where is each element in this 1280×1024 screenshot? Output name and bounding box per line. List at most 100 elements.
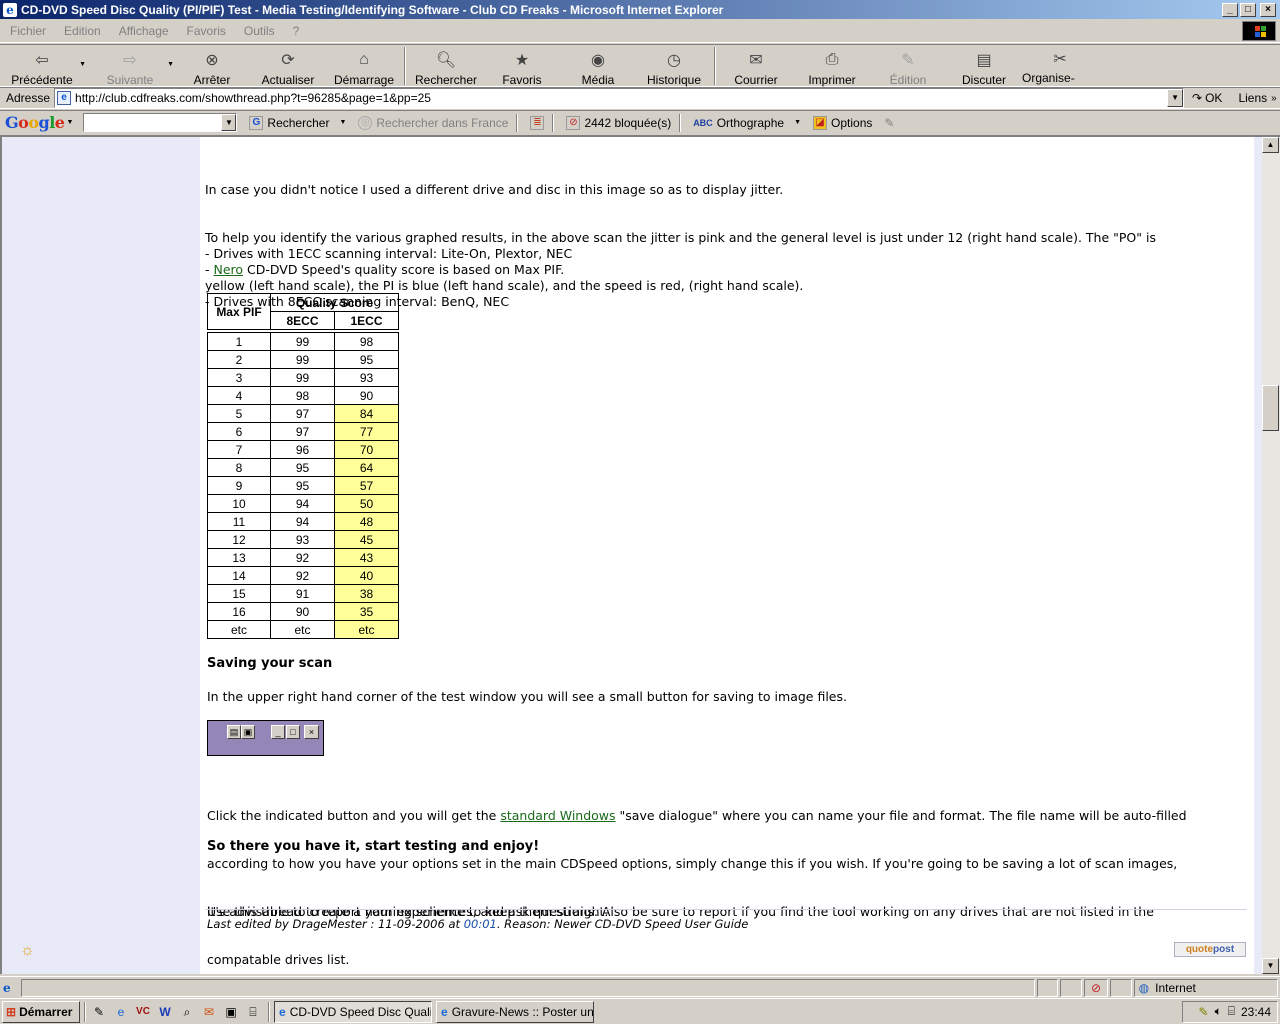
google-menu-icon[interactable]: ▼ — [66, 119, 73, 126]
highlight-button[interactable]: ✎ — [884, 116, 894, 130]
table-row: 9 95 57 — [207, 476, 399, 495]
links-button[interactable]: Liens — [1238, 91, 1267, 105]
standard-windows-link[interactable]: standard Windows — [500, 808, 615, 823]
mail-icon: ✉ — [749, 52, 763, 69]
refresh-icon: ⟳ — [281, 52, 295, 69]
refresh-button[interactable]: ⟳ Actualiser — [250, 45, 326, 87]
table-row: 13 92 43 — [207, 548, 399, 567]
table-header-1ecc: 1ECC — [334, 311, 399, 330]
menu-view[interactable]: Affichage — [109, 24, 177, 38]
google-logo[interactable]: Google — [5, 113, 65, 132]
go-button[interactable]: ↷ OK — [1192, 91, 1222, 105]
score-8ecc-cell: 94 — [270, 494, 335, 513]
quicklaunch-monitor-icon[interactable]: ▣ — [222, 1003, 240, 1021]
discuss-button[interactable]: ▤ Discuter — [946, 45, 1022, 87]
spellcheck-button[interactable]: ABC Orthographe ▼ — [693, 116, 801, 130]
maxpif-cell: 16 — [207, 602, 271, 621]
privacy-icon[interactable]: ⊘ — [1084, 978, 1108, 997]
favorites-button[interactable]: ★ Favoris — [484, 45, 560, 87]
menu-help[interactable]: ? — [283, 24, 308, 38]
google-search-input[interactable]: ▼ — [83, 113, 238, 132]
quicklaunch-vc-icon[interactable]: VC — [134, 1003, 152, 1021]
vertical-scrollbar[interactable]: ▲ ▼ — [1262, 135, 1280, 974]
home-button[interactable]: ⌂ Démarrage — [326, 45, 402, 87]
page-viewport[interactable]: ☼ In case you didn't notice I used a dif… — [0, 135, 1262, 974]
quicklaunch-mail-icon[interactable]: ✉ — [200, 1003, 218, 1021]
quote-post-button[interactable]: quotepost — [1174, 942, 1246, 957]
options-button[interactable]: ◪ Options — [813, 115, 872, 130]
news-button[interactable]: ≣ — [530, 115, 545, 130]
edited-time: 00:01 — [463, 917, 497, 931]
zone-cell[interactable]: ◍ Internet — [1133, 978, 1278, 997]
menu-tools[interactable]: Outils — [234, 24, 283, 38]
tray-pen-icon[interactable]: ✎ — [1199, 1005, 1209, 1019]
scrollbar-thumb[interactable] — [1262, 385, 1279, 431]
organize-button[interactable]: ✂ Organise-not... — [1022, 45, 1098, 99]
maxpif-cell: 14 — [207, 566, 271, 585]
nero-link[interactable]: Nero — [213, 262, 243, 277]
quicklaunch-word-icon[interactable]: W — [156, 1003, 174, 1021]
score-8ecc-cell: 97 — [270, 404, 335, 423]
print-button[interactable]: ⎙ Imprimer — [794, 45, 870, 87]
title-bar[interactable]: e CD-DVD Speed Disc Quality (PI/PIF) Tes… — [0, 0, 1280, 19]
saving-heading: Saving your scan — [207, 656, 333, 671]
google-search-dropdown-icon[interactable]: ▼ — [221, 114, 237, 131]
pencil-icon: ✎ — [884, 115, 895, 130]
quicklaunch-search-icon[interactable]: ⌕ — [178, 1003, 196, 1021]
table-row: 1 99 98 — [207, 332, 399, 351]
maxpif-cell: 7 — [207, 440, 271, 459]
history-button[interactable]: ◷ Historique — [636, 45, 712, 87]
search-icon: 🔍︎ — [435, 52, 457, 69]
chevron-right-icon[interactable]: » — [1271, 93, 1277, 104]
address-dropdown-icon[interactable]: ▼ — [1167, 89, 1184, 107]
windows-logo-icon — [1242, 21, 1276, 41]
google-search-button[interactable]: G Rechercher ▼ — [249, 115, 346, 130]
address-url[interactable]: http://club.cdfreaks.com/showthread.php?… — [75, 91, 1167, 105]
forward-dropdown-icon[interactable]: ▼ — [167, 61, 174, 68]
maximize-button[interactable]: □ — [1240, 2, 1256, 17]
page-icon: e — [57, 91, 72, 105]
quicklaunch-ie-icon[interactable]: e — [112, 1003, 130, 1021]
score-8ecc-cell: 92 — [270, 548, 335, 567]
close-button[interactable]: × — [1260, 2, 1276, 17]
address-input[interactable]: e http://club.cdfreaks.com/showthread.ph… — [54, 88, 1185, 108]
history-icon: ◷ — [667, 52, 681, 69]
back-dropdown-icon[interactable]: ▼ — [79, 61, 86, 68]
popup-blocker-button[interactable]: ⊘ 2442 bloquée(s) — [566, 115, 671, 130]
clock[interactable]: 23:44 — [1241, 1005, 1271, 1019]
media-button[interactable]: ◉ Média — [560, 45, 636, 87]
menu-edit[interactable]: Edition — [54, 24, 109, 38]
menu-file[interactable]: Fichier — [0, 24, 54, 38]
volume-icon[interactable]: 🔈︎ — [1215, 1004, 1222, 1019]
search-dropdown-icon[interactable]: ▼ — [339, 119, 346, 126]
start-button[interactable]: ⊞ Démarrer — [2, 1000, 80, 1023]
score-1ecc-cell: 48 — [334, 512, 399, 531]
taskbar-button-gravure[interactable]: e Gravure-News :: Poster un... — [436, 1000, 594, 1023]
search-france-button[interactable]: ◎ Rechercher dans France — [358, 115, 508, 130]
minimize-icon: _ — [271, 725, 285, 739]
post-body: In case you didn't notice I used a diffe… — [200, 137, 1254, 974]
table-row: 8 95 64 — [207, 458, 399, 477]
search-button[interactable]: 🔍︎ Rechercher — [408, 45, 484, 87]
back-button[interactable]: ⇦ Précédente ▼ — [4, 45, 86, 87]
menu-favorites[interactable]: Favoris — [177, 24, 234, 38]
minimize-button[interactable]: _ — [1222, 2, 1238, 17]
stop-button[interactable]: ⊗ Arrêter — [174, 45, 250, 87]
score-1ecc-cell: 77 — [334, 422, 399, 441]
maxpif-cell: 9 — [207, 476, 271, 495]
table-header-quality: Quality Score — [270, 293, 399, 312]
scroll-down-button[interactable]: ▼ — [1262, 958, 1279, 974]
forward-button[interactable]: ⇨ Suivante ▼ — [92, 45, 174, 87]
quicklaunch-notepad-icon[interactable]: ✎ — [90, 1003, 108, 1021]
favorites-icon: ★ — [514, 52, 530, 69]
scroll-up-button[interactable]: ▲ — [1262, 137, 1279, 153]
separator — [84, 1001, 86, 1022]
mail-button[interactable]: ✉ Courrier — [718, 45, 794, 87]
taskbar-button-cdspeed[interactable]: e CD-DVD Speed Disc Quali... — [274, 1000, 432, 1023]
table-row: 11 94 48 — [207, 512, 399, 531]
quicklaunch-network-icon[interactable]: ⌸ — [244, 1003, 262, 1021]
spellcheck-dropdown-icon[interactable]: ▼ — [794, 119, 801, 126]
tray-network-icon[interactable]: ⌸ — [1228, 1004, 1235, 1019]
edit-button[interactable]: ✎ Édition — [870, 45, 946, 87]
taskbar: ⊞ Démarrer ✎ e VC W ⌕ ✉ ▣ ⌸ e CD-DVD Spe… — [0, 998, 1280, 1024]
